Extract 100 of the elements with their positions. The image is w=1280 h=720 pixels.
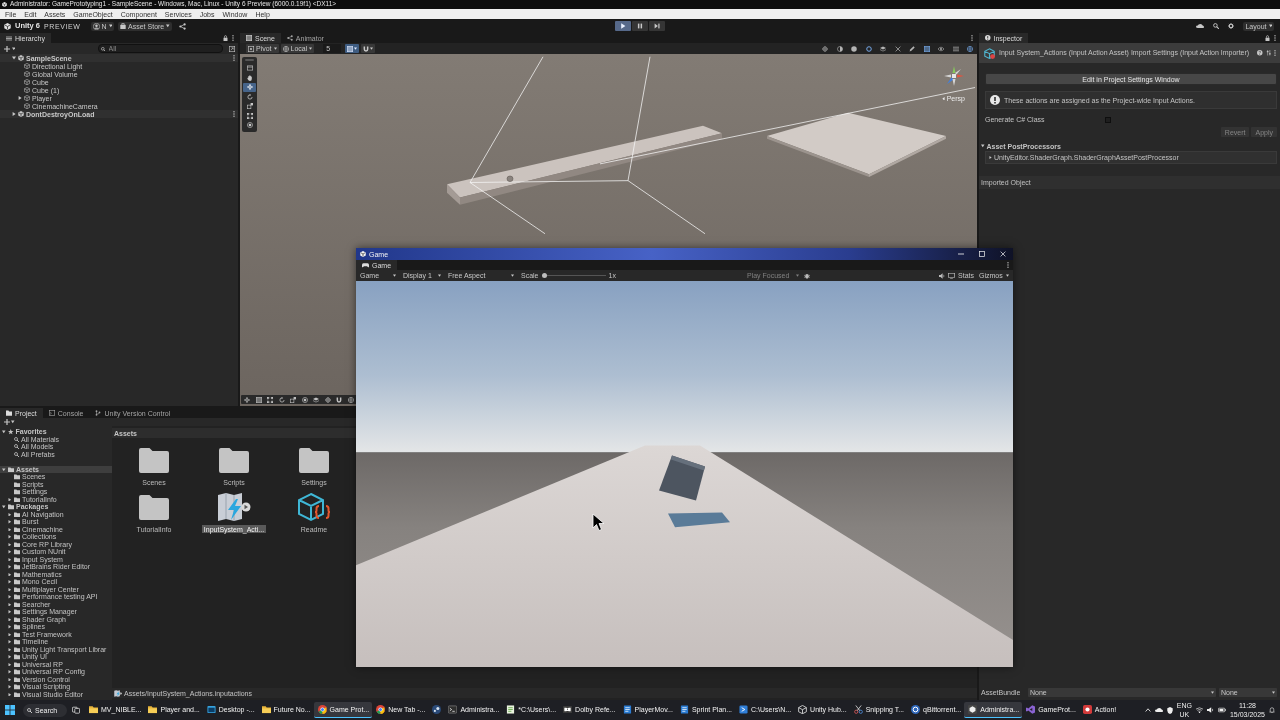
checkbox[interactable] — [1105, 116, 1111, 123]
caret-icon[interactable] — [8, 497, 12, 501]
scale-icon[interactable] — [290, 396, 296, 403]
caret-icon[interactable] — [18, 96, 22, 100]
grid-icon[interactable] — [923, 45, 930, 52]
crosshair-icon[interactable] — [324, 396, 331, 403]
pause-button[interactable] — [632, 21, 648, 31]
move-tool-button[interactable] — [243, 83, 256, 92]
caret-icon[interactable] — [8, 685, 12, 689]
caret-icon[interactable] — [8, 565, 12, 569]
cross-icon[interactable] — [894, 45, 901, 52]
rotate-icon[interactable] — [278, 396, 285, 403]
caret-icon[interactable] — [8, 625, 12, 629]
move-icon[interactable] — [244, 396, 250, 403]
grid-toggle[interactable] — [345, 44, 360, 53]
speaker-icon[interactable] — [1206, 707, 1214, 713]
slider-thumb[interactable] — [541, 273, 547, 278]
speaker-icon[interactable] — [939, 272, 946, 279]
caret-icon[interactable] — [2, 467, 6, 471]
caret-icon[interactable] — [8, 527, 12, 531]
grid-icon[interactable] — [255, 396, 262, 403]
caret-icon[interactable] — [8, 670, 12, 674]
overlap-squares-icon[interactable] — [72, 706, 80, 714]
caret-icon[interactable] — [8, 595, 12, 599]
square-arrow-icon[interactable] — [229, 45, 235, 52]
caret-icon[interactable] — [8, 662, 12, 666]
magnet-toggle[interactable] — [361, 44, 376, 53]
plus-icon[interactable] — [4, 45, 10, 52]
lock-icon[interactable] — [1265, 35, 1270, 41]
caret-icon[interactable] — [8, 520, 12, 524]
caret-icon[interactable] — [8, 610, 12, 614]
crosshair-icon[interactable] — [822, 45, 828, 52]
list-icon[interactable] — [952, 45, 959, 52]
battery-icon[interactable] — [1217, 707, 1226, 713]
lock-icon[interactable] — [223, 35, 228, 41]
caret-icon[interactable] — [8, 512, 12, 516]
caret-icon[interactable] — [8, 632, 12, 636]
caret-icon[interactable] — [981, 144, 985, 148]
layers-icon[interactable] — [880, 45, 886, 52]
half-moon-icon[interactable] — [836, 45, 843, 52]
nodes-icon[interactable] — [178, 22, 186, 30]
eye-icon[interactable] — [938, 45, 944, 52]
caret-icon[interactable] — [8, 535, 12, 539]
grid-icon — [246, 35, 252, 41]
caret-icon[interactable] — [8, 617, 12, 621]
shield-icon[interactable] — [1166, 706, 1173, 714]
search-icon — [14, 436, 19, 442]
caret-icon[interactable] — [8, 557, 12, 561]
start-button[interactable] — [3, 703, 17, 717]
dot-icon[interactable] — [851, 45, 857, 52]
minimize-icon[interactable] — [958, 251, 964, 257]
layers-icon[interactable] — [313, 396, 319, 403]
caret-icon[interactable] — [12, 56, 16, 60]
caret-icon[interactable] — [11, 420, 15, 424]
bell-icon[interactable] — [1269, 707, 1275, 713]
plus-icon[interactable] — [4, 419, 10, 425]
caret-icon[interactable] — [12, 112, 16, 116]
close-icon[interactable] — [1000, 251, 1006, 257]
caret-icon[interactable] — [8, 677, 12, 681]
pen-icon[interactable] — [909, 45, 915, 52]
caret-icon — [438, 274, 441, 277]
caret-icon[interactable] — [8, 572, 12, 576]
caret-icon[interactable] — [8, 640, 12, 644]
ring-icon[interactable] — [865, 45, 872, 52]
sliders-icon[interactable] — [1265, 50, 1271, 56]
magnet-icon[interactable] — [336, 396, 342, 403]
transform-icon[interactable] — [301, 396, 308, 403]
cloud-icon[interactable] — [1196, 23, 1205, 29]
caret-icon[interactable] — [11, 46, 15, 51]
wifi-icon[interactable] — [1195, 707, 1203, 713]
cube-icon — [24, 71, 30, 77]
maximize-icon[interactable] — [979, 251, 985, 257]
caret-icon[interactable] — [8, 542, 12, 546]
caret-icon[interactable] — [2, 505, 6, 509]
caret-icon[interactable] — [8, 602, 12, 606]
rect-icon[interactable] — [267, 396, 273, 403]
caret-icon[interactable] — [8, 587, 12, 591]
globe-icon[interactable] — [967, 45, 973, 52]
help-icon[interactable] — [1257, 50, 1263, 56]
scale-slider[interactable] — [541, 273, 606, 278]
monitor-icon[interactable] — [948, 272, 956, 279]
caret-icon[interactable] — [8, 692, 12, 696]
orientation-gizmo-icon[interactable] — [943, 65, 965, 87]
step-button[interactable] — [649, 21, 665, 31]
cube-shape — [659, 455, 705, 501]
caret-icon — [166, 24, 170, 28]
caret-icon[interactable] — [8, 550, 12, 554]
gear-icon[interactable] — [1228, 23, 1235, 29]
cloud-icon[interactable] — [1154, 707, 1163, 713]
caret-icon[interactable] — [8, 655, 12, 659]
caret-icon[interactable] — [989, 156, 992, 159]
globe-icon[interactable] — [347, 396, 354, 403]
bug-icon[interactable] — [804, 272, 810, 279]
caret-icon[interactable] — [2, 430, 6, 434]
search-icon[interactable] — [1213, 23, 1220, 29]
drag-handle[interactable] — [245, 59, 254, 61]
caret-icon[interactable] — [8, 647, 12, 651]
chevron-up-icon[interactable] — [1144, 707, 1151, 713]
play-button[interactable] — [615, 21, 631, 31]
caret-icon[interactable] — [8, 580, 12, 584]
